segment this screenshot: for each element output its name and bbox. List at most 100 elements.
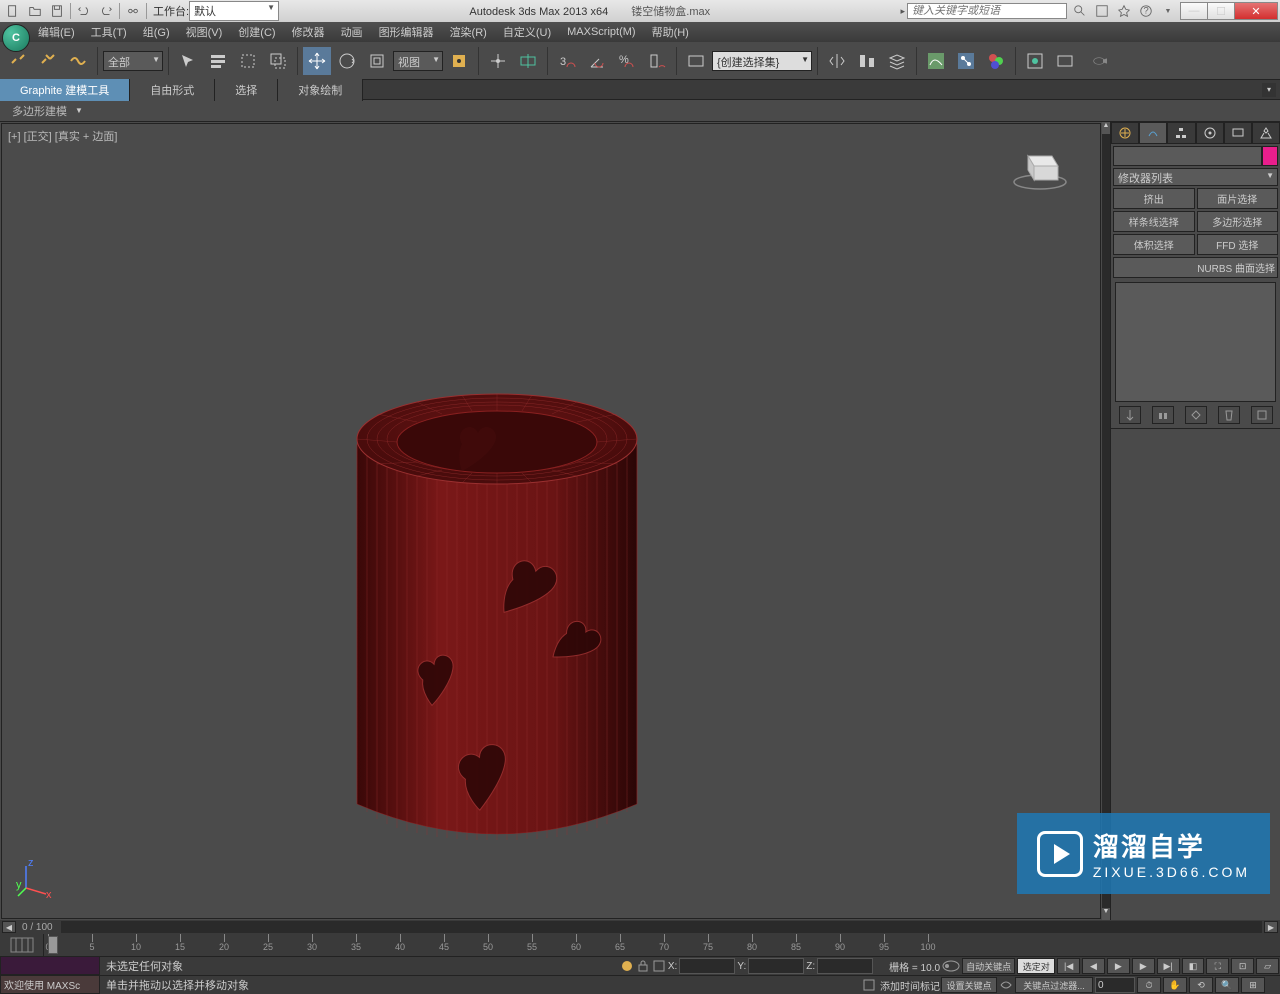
modifier-list-dropdown[interactable]: 修改器列表: [1113, 168, 1278, 186]
menu-views[interactable]: 视图(V): [178, 22, 231, 42]
selected-label[interactable]: 选定对: [1017, 958, 1055, 974]
menu-tools[interactable]: 工具(T): [83, 22, 135, 42]
zoom-region-icon[interactable]: 🔍: [1215, 977, 1239, 993]
coord-z-input[interactable]: [817, 958, 873, 974]
help-dropdown-icon[interactable]: ▼: [1159, 2, 1177, 20]
vscroll-track[interactable]: [1102, 134, 1110, 908]
layer-manager-icon[interactable]: [883, 47, 911, 75]
help-search-input[interactable]: [907, 3, 1067, 19]
unlink-tool-icon[interactable]: [34, 47, 62, 75]
schematic-view-icon[interactable]: [952, 47, 980, 75]
mod-btn-vol-select[interactable]: 体积选择: [1113, 234, 1195, 255]
time-ruler[interactable]: 0510152025303540455055606570758085909510…: [44, 934, 1280, 956]
orbit-icon[interactable]: ⟲: [1189, 977, 1213, 993]
use-center-icon[interactable]: [445, 47, 473, 75]
move-tool-icon[interactable]: [303, 47, 331, 75]
select-object-icon[interactable]: [174, 47, 202, 75]
application-menu-button[interactable]: [2, 24, 30, 52]
cmd-tab-display[interactable]: [1224, 122, 1252, 144]
close-button[interactable]: ✕: [1234, 2, 1278, 20]
menu-graph-editors[interactable]: 图形编辑器: [371, 22, 442, 42]
viewport[interactable]: [+] [正交] [真实 + 边面] z x y: [1, 123, 1101, 919]
mod-btn-extrude[interactable]: 挤出: [1113, 188, 1195, 209]
selection-filter-dropdown[interactable]: 全部: [103, 51, 163, 71]
named-selset-edit-icon[interactable]: [682, 47, 710, 75]
object-color-swatch[interactable]: [1262, 146, 1278, 166]
time-config-icon[interactable]: [0, 934, 44, 956]
mod-btn-nurbs-select[interactable]: NURBS 曲面选择: [1113, 257, 1278, 278]
cmd-tab-utilities[interactable]: [1252, 122, 1280, 144]
add-time-tag-label[interactable]: 添加时间标记: [880, 978, 940, 993]
tab-graphite[interactable]: Graphite 建模工具: [0, 79, 130, 101]
modifier-stack[interactable]: [1115, 282, 1276, 402]
next-frame-icon[interactable]: ▶: [1132, 958, 1155, 974]
spinner-snap-icon[interactable]: [643, 47, 671, 75]
named-selset-dropdown[interactable]: {创建选择集}: [712, 51, 812, 71]
favorite-icon[interactable]: [1115, 2, 1133, 20]
viewcube[interactable]: [1010, 134, 1070, 194]
cmd-tab-create[interactable]: [1111, 122, 1139, 144]
cmd-tab-modify[interactable]: [1139, 122, 1167, 144]
abs-rel-icon[interactable]: [652, 959, 666, 973]
menu-edit[interactable]: 编辑(E): [30, 22, 83, 42]
window-crossing-icon[interactable]: [264, 47, 292, 75]
ribbon-dropdown-icon[interactable]: ▼: [75, 106, 83, 115]
menu-group[interactable]: 组(G): [135, 22, 178, 42]
set-key-button[interactable]: 设置关键点: [941, 977, 997, 993]
menu-rendering[interactable]: 渲染(R): [442, 22, 495, 42]
rendered-object[interactable]: [332, 364, 662, 864]
menu-animation[interactable]: 动画: [333, 22, 371, 42]
rect-select-icon[interactable]: [234, 47, 262, 75]
render-frame-icon[interactable]: [1051, 47, 1079, 75]
viewport-vscroll[interactable]: ▲ ▼: [1102, 122, 1110, 920]
hscroll-track[interactable]: [61, 921, 1262, 933]
key-filters-button[interactable]: 关键点过滤器...: [1015, 977, 1093, 993]
time-config-button-icon[interactable]: ⏱: [1137, 977, 1161, 993]
hscroll-right-icon[interactable]: ▶: [1264, 921, 1278, 933]
render-production-icon[interactable]: [1081, 47, 1121, 75]
menu-modifiers[interactable]: 修改器: [284, 22, 333, 42]
cmd-tab-motion[interactable]: [1196, 122, 1224, 144]
align-icon[interactable]: [853, 47, 881, 75]
max-viewport-icon[interactable]: ⊞: [1241, 977, 1265, 993]
pan-view-icon[interactable]: ✋: [1163, 977, 1187, 993]
configure-sets-icon[interactable]: [1251, 406, 1273, 424]
new-file-icon[interactable]: [2, 2, 24, 20]
help-icon[interactable]: ?: [1137, 2, 1155, 20]
workspace-dropdown[interactable]: 默认: [189, 1, 279, 21]
tab-freeform[interactable]: 自由形式: [130, 79, 215, 101]
menu-customize[interactable]: 自定义(U): [495, 22, 559, 42]
mod-btn-patch-select[interactable]: 面片选择: [1197, 188, 1279, 209]
lock-icon[interactable]: [636, 959, 650, 973]
rotate-tool-icon[interactable]: [333, 47, 361, 75]
coord-x-input[interactable]: [679, 958, 735, 974]
keyboard-shortcut-icon[interactable]: [514, 47, 542, 75]
redo-icon[interactable]: [95, 2, 117, 20]
mirror-icon[interactable]: [823, 47, 851, 75]
material-editor-icon[interactable]: [982, 47, 1010, 75]
curve-editor-icon[interactable]: [922, 47, 950, 75]
mod-btn-spline-select[interactable]: 样条线选择: [1113, 211, 1195, 232]
play-animation-icon[interactable]: ▶: [1107, 958, 1130, 974]
angle-snap-icon[interactable]: [583, 47, 611, 75]
pin-stack-icon[interactable]: [1119, 406, 1141, 424]
cmd-tab-hierarchy[interactable]: [1167, 122, 1195, 144]
ribbon-expand-icon[interactable]: ▾: [1262, 83, 1276, 97]
status-script-listener[interactable]: [0, 956, 100, 975]
status-welcome[interactable]: 欢迎使用 MAXSc: [0, 975, 100, 994]
time-tag-icon[interactable]: [862, 978, 876, 992]
tab-object-paint[interactable]: 对象绘制: [278, 79, 363, 101]
exchange-icon[interactable]: [1093, 2, 1111, 20]
mod-btn-poly-select[interactable]: 多边形选择: [1197, 211, 1279, 232]
key-filters-icon[interactable]: [999, 978, 1013, 992]
select-by-name-icon[interactable]: [204, 47, 232, 75]
time-slider-handle[interactable]: [48, 936, 58, 954]
minimize-button[interactable]: —: [1180, 2, 1208, 20]
object-name-field[interactable]: [1113, 146, 1262, 166]
undo-icon[interactable]: [73, 2, 95, 20]
isolate-icon[interactable]: ◧: [1182, 958, 1205, 974]
prev-frame-icon[interactable]: ◀: [1082, 958, 1105, 974]
viewport-label[interactable]: [+] [正交] [真实 + 边面]: [8, 128, 117, 144]
remove-mod-icon[interactable]: [1218, 406, 1240, 424]
search-icon[interactable]: [1071, 2, 1089, 20]
